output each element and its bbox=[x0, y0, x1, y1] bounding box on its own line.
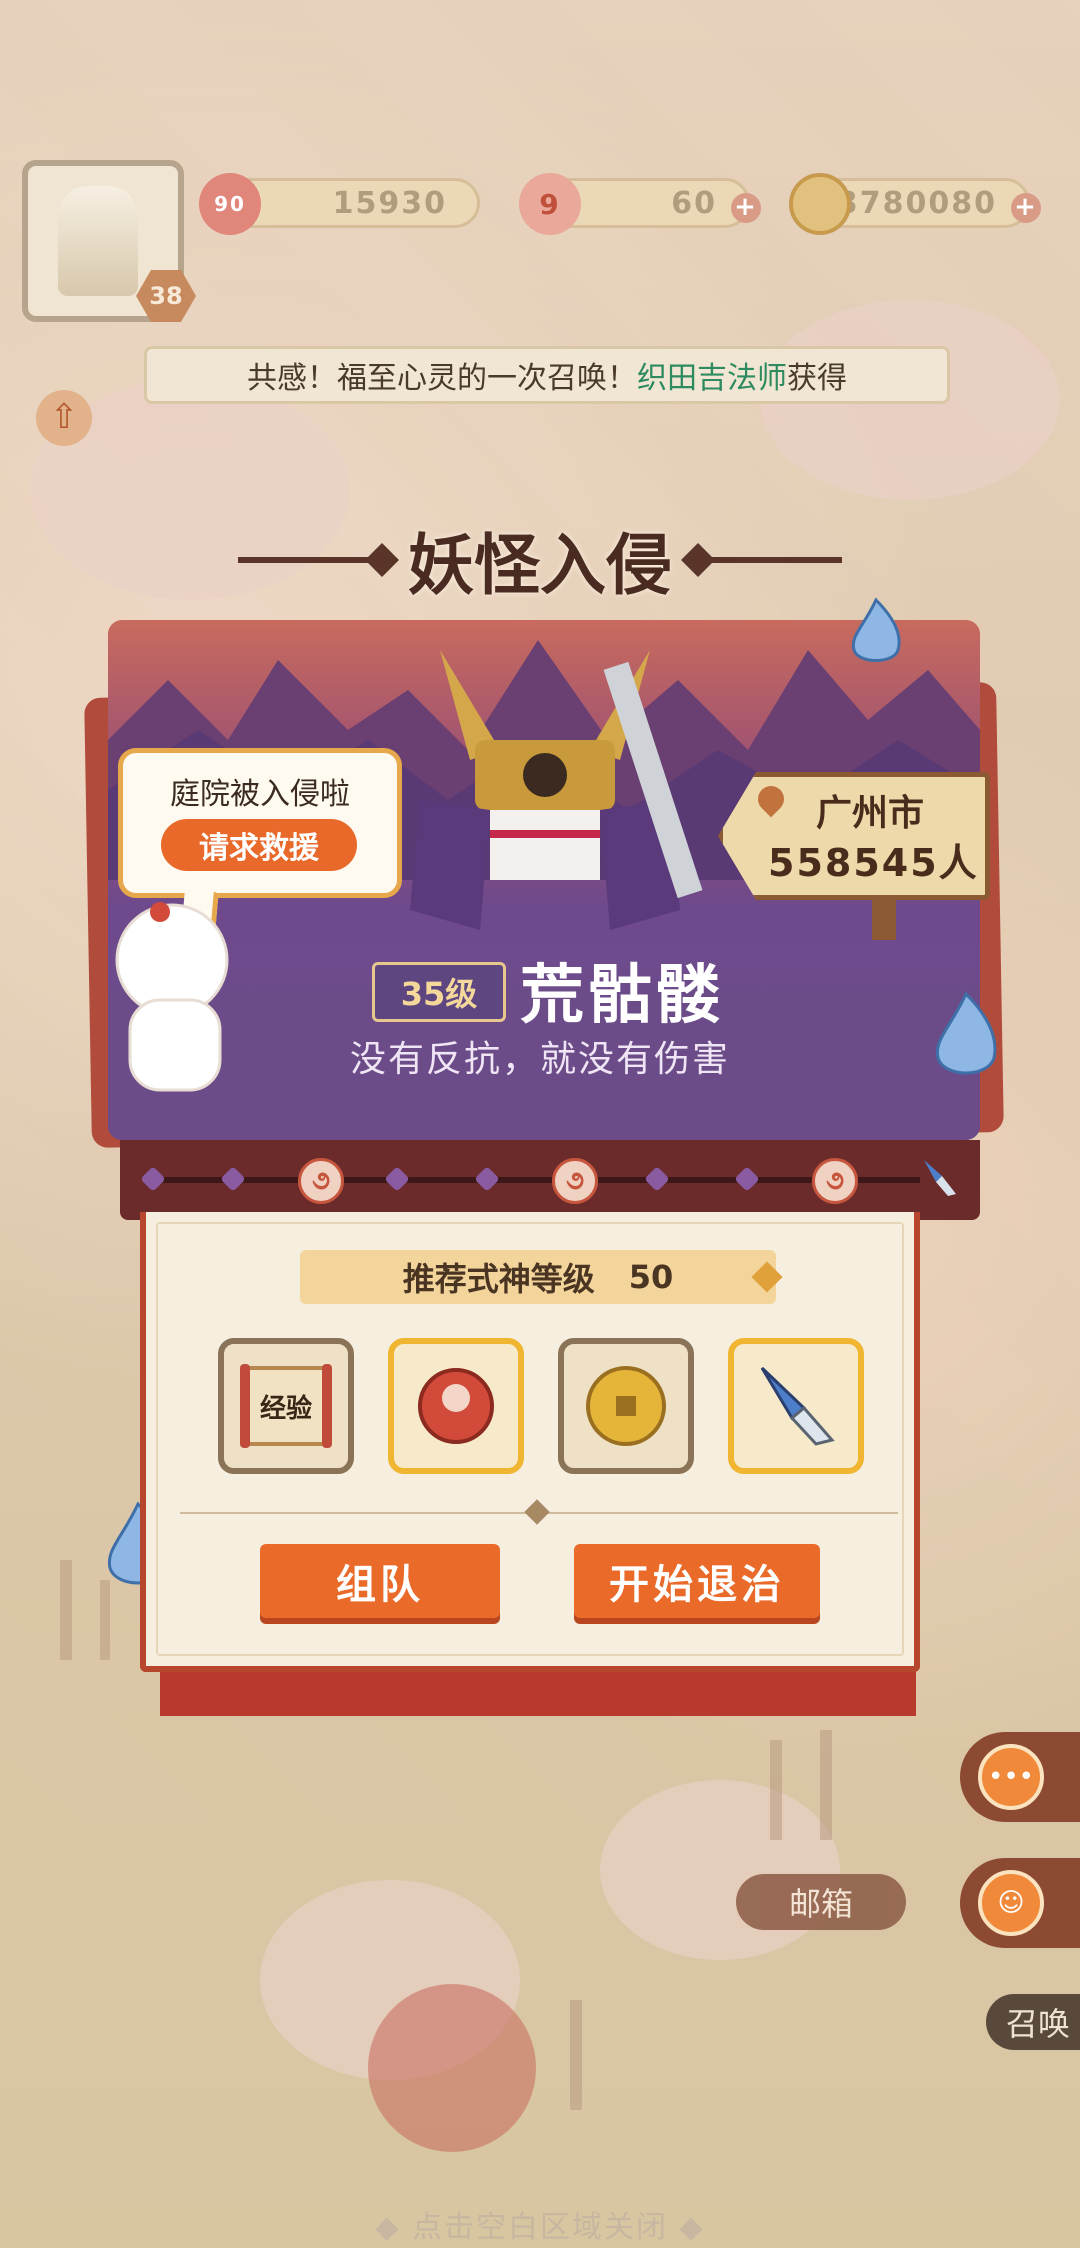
stamina-token-icon bbox=[418, 1368, 494, 1444]
blossom-tree bbox=[600, 1780, 840, 1960]
marquee-highlight: 织田吉法师 bbox=[637, 361, 787, 396]
gold-plus-button[interactable]: + bbox=[1011, 193, 1041, 223]
stamina-icon: 9 bbox=[519, 173, 581, 235]
gold-coin-icon bbox=[586, 1366, 666, 1446]
bubble-text: 庭院被入侵啦 bbox=[170, 777, 350, 812]
spirit-flame-icon bbox=[851, 597, 901, 662]
recommended-level-bar: 推荐式神等级 50 bbox=[300, 1250, 776, 1304]
mailbox-label[interactable]: 邮箱 bbox=[736, 1874, 906, 1930]
invasion-speech-bubble: 庭院被入侵啦 请求救援 bbox=[118, 748, 402, 898]
resource-stamina[interactable]: 9 60 + bbox=[519, 173, 761, 235]
gold-value: 3780080 bbox=[836, 185, 997, 221]
stamina-marker-icon: ૭ bbox=[298, 1158, 344, 1204]
marquee-suffix: 获得 bbox=[787, 361, 847, 396]
progress-dot bbox=[734, 1166, 760, 1192]
summon-label[interactable]: 召唤 bbox=[986, 1994, 1080, 2050]
spirit-flame-icon bbox=[935, 991, 997, 1075]
progress-dot bbox=[474, 1166, 500, 1192]
arrow-up-icon[interactable]: ⇧ bbox=[36, 390, 92, 446]
tool-key-icon bbox=[924, 1160, 956, 1196]
progress-dot bbox=[220, 1166, 246, 1192]
boss-name: 荒骷髅 bbox=[520, 958, 724, 1033]
start-battle-button[interactable]: 开始退治 bbox=[574, 1544, 820, 1618]
magatama-icon: 90 bbox=[199, 173, 261, 235]
magatama-value: 15930 bbox=[332, 185, 447, 221]
request-help-button[interactable]: 请求救援 bbox=[161, 819, 357, 871]
stamina-marker-icon: ૭ bbox=[552, 1158, 598, 1204]
reward-tool-key[interactable] bbox=[728, 1338, 864, 1474]
progress-line bbox=[150, 1177, 920, 1183]
resource-gold[interactable]: 3780080 + bbox=[789, 173, 1041, 235]
fence-post bbox=[770, 1740, 782, 1840]
team-button[interactable]: 组队 bbox=[260, 1544, 500, 1618]
avatar-figure bbox=[58, 186, 138, 296]
stamina-icon-label: 9 bbox=[539, 187, 561, 221]
progress-dot bbox=[384, 1166, 410, 1192]
character-button[interactable]: ☺ bbox=[960, 1858, 1080, 1948]
progress-dot bbox=[140, 1166, 166, 1192]
fence-post bbox=[60, 1560, 72, 1660]
location-player-count: 558545人 bbox=[768, 841, 979, 885]
reward-gold-coin[interactable] bbox=[558, 1338, 694, 1474]
stamina-marker-icon: ૭ bbox=[812, 1158, 858, 1204]
location-city: 广州市 bbox=[816, 793, 925, 834]
tool-key-icon bbox=[760, 1366, 835, 1446]
fence-post bbox=[820, 1730, 832, 1840]
stamina-plus-button[interactable]: + bbox=[731, 193, 761, 223]
event-title-row: 妖怪入侵 bbox=[0, 520, 1080, 604]
event-title: 妖怪入侵 bbox=[408, 526, 672, 604]
close-hint: ◆ 点击空白区域关闭 ◆ bbox=[375, 2210, 705, 2245]
progress-dot bbox=[644, 1166, 670, 1192]
recommended-level-value: 50 bbox=[628, 1258, 674, 1296]
resource-magatama[interactable]: 90 15930 bbox=[199, 173, 480, 235]
reward-progress-track: ૭ ૭ ૭ bbox=[120, 1140, 980, 1220]
reward-stamina-token[interactable] bbox=[388, 1338, 524, 1474]
chat-button[interactable]: ••• bbox=[960, 1732, 1080, 1822]
gold-coin-icon bbox=[789, 173, 851, 235]
boss-level-tag: 35级 bbox=[372, 962, 506, 1022]
title-decoration-right bbox=[692, 557, 842, 563]
recommended-level-label: 推荐式神等级 bbox=[402, 1260, 595, 1298]
reward-exp-label: 经验 bbox=[259, 1394, 312, 1424]
announcement-marquee: 共感！福至心灵的一次召唤！ 织田吉法师 获得 bbox=[144, 346, 950, 404]
chat-bubble-icon: ••• bbox=[978, 1744, 1044, 1810]
title-decoration-left bbox=[238, 557, 388, 563]
mascot-character bbox=[115, 902, 229, 1092]
background-monster-mouth bbox=[368, 1984, 536, 2152]
stamina-value: 60 bbox=[671, 185, 717, 221]
magatama-icon-label: 90 bbox=[214, 192, 246, 216]
marquee-prefix: 共感！福至心灵的一次召唤！ bbox=[247, 361, 637, 396]
boss-figure bbox=[410, 650, 703, 930]
reward-exp-scroll[interactable]: 经验 bbox=[218, 1338, 354, 1474]
fence-post bbox=[570, 2000, 582, 2110]
character-face-icon: ☺ bbox=[978, 1870, 1044, 1936]
